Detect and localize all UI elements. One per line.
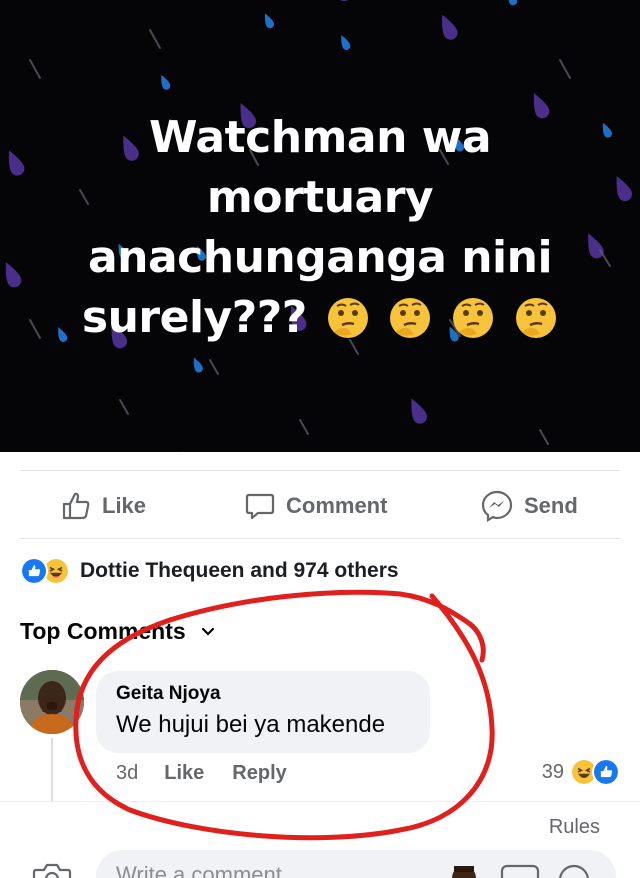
comments-sort-dropdown[interactable]: Top Comments xyxy=(20,618,216,645)
send-label: Send xyxy=(524,493,578,518)
like-label: Like xyxy=(102,493,147,518)
comment-button[interactable]: Comment xyxy=(244,486,387,526)
like-reaction-icon xyxy=(592,758,620,786)
comment-bubble[interactable]: Geita Njoya We hujui bei ya makende xyxy=(96,671,430,753)
camera-icon[interactable] xyxy=(32,862,72,878)
thinking-emojis xyxy=(322,290,558,350)
send-button[interactable]: Send xyxy=(480,486,578,526)
divider xyxy=(20,538,620,539)
comment-reactions[interactable]: 39 xyxy=(542,758,620,786)
post-text: Watchman wa mortuary anachunganga nini s… xyxy=(40,108,600,350)
post-image[interactable]: Watchman wa mortuary anachunganga nini s… xyxy=(0,0,640,452)
thinking-face-icon xyxy=(390,298,431,338)
comment-reply-button[interactable]: Reply xyxy=(232,762,286,785)
divider xyxy=(20,470,620,471)
thumbs-up-icon xyxy=(62,492,90,520)
avatar[interactable] xyxy=(20,670,84,734)
avatar-image xyxy=(20,670,84,734)
comment-author[interactable]: Geita Njoya xyxy=(116,683,410,705)
like-reaction-icon xyxy=(20,557,48,585)
reactions-summary-text: Dottie Thequeen and 974 others xyxy=(80,559,399,582)
emoji-icon[interactable] xyxy=(556,862,592,878)
post-action-bar: Like Comment Send xyxy=(0,480,640,530)
rules-link[interactable]: Rules xyxy=(549,816,600,839)
comment-timestamp: 3d xyxy=(116,762,139,784)
thread-line xyxy=(51,738,53,802)
messenger-icon xyxy=(481,490,513,522)
like-button[interactable]: Like xyxy=(60,486,146,526)
chevron-down-icon xyxy=(201,627,214,636)
reactions-summary[interactable]: Dottie Thequeen and 974 others xyxy=(20,556,399,586)
avatar-sticker-icon[interactable] xyxy=(448,862,480,878)
comment-text: We hujui bei ya makende xyxy=(116,711,386,738)
thinking-face-icon xyxy=(327,298,368,338)
reaction-icons xyxy=(20,557,76,585)
thinking-face-icon xyxy=(516,298,557,338)
comments-sort-label: Top Comments xyxy=(20,618,186,644)
comment-meta: 3d Like Reply xyxy=(116,762,287,785)
comment-reaction-count: 39 xyxy=(541,760,564,783)
comment-bubble-icon xyxy=(245,493,275,520)
comment-like-button[interactable]: Like xyxy=(164,762,204,785)
gif-icon[interactable] xyxy=(500,862,540,878)
divider xyxy=(0,801,640,802)
compose-icons xyxy=(448,862,592,878)
comment-label: Comment xyxy=(286,493,388,518)
thinking-face-icon xyxy=(453,298,494,338)
